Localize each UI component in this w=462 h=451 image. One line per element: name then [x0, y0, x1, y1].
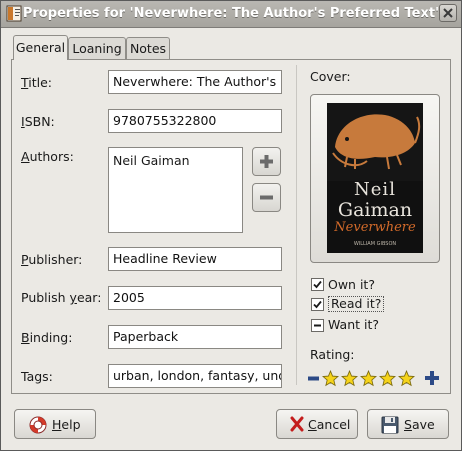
publisher-field[interactable]: Headline Review	[108, 247, 282, 271]
isbn-field[interactable]: 9780755322800	[108, 109, 282, 133]
own-label: Own it?	[328, 277, 375, 292]
rating-decrease-icon[interactable]	[308, 375, 319, 382]
publisher-label: Publisher:	[21, 252, 83, 267]
remove-author-button[interactable]	[252, 183, 281, 212]
tab-notes-label: Notes	[129, 41, 167, 56]
plus-icon	[260, 155, 273, 168]
help-button[interactable]: Help	[14, 409, 96, 439]
star-icon[interactable]	[398, 370, 415, 387]
rat-illustration	[327, 103, 423, 181]
add-author-button[interactable]	[252, 147, 281, 176]
red-x-icon	[290, 416, 304, 432]
star-icon[interactable]	[360, 370, 377, 387]
indeterminate-icon	[314, 324, 321, 327]
tags-field[interactable]: urban, london, fantasy, underground	[108, 364, 282, 388]
save-button-label: Save	[404, 417, 435, 432]
cover-intro-text: WILLIAM GIBSON	[353, 241, 397, 247]
window-title: Properties for 'Neverwhere: The Author's…	[22, 6, 440, 21]
title-label: Title:	[21, 75, 53, 90]
binding-label: Binding:	[21, 330, 73, 345]
tab-loaning[interactable]: Loaning	[68, 37, 126, 59]
column-divider	[296, 65, 297, 385]
authors-label: Authors:	[21, 149, 74, 164]
cover-button[interactable]: Neil Gaiman Neverwhere WILLIAM GIBSON	[310, 94, 440, 263]
cancel-button[interactable]: Cancel	[276, 409, 358, 439]
star-icon[interactable]	[322, 370, 339, 387]
checkmark-icon	[313, 280, 322, 289]
cancel-button-label: Cancel	[308, 417, 351, 432]
want-checkbox[interactable]	[311, 319, 324, 332]
cover-image: Neil Gaiman Neverwhere WILLIAM GIBSON	[327, 103, 423, 253]
tab-general[interactable]: General	[13, 35, 68, 60]
own-checkbox[interactable]	[311, 278, 324, 291]
tab-notes[interactable]: Notes	[126, 37, 170, 59]
star-icon[interactable]	[341, 370, 358, 387]
star-icon[interactable]	[379, 370, 396, 387]
tab-general-label: General	[15, 40, 66, 55]
authors-list[interactable]: Neil Gaiman	[108, 147, 243, 233]
close-icon	[443, 8, 453, 18]
tab-loaning-label: Loaning	[72, 41, 122, 56]
save-button[interactable]: Save	[367, 409, 449, 439]
floppy-disk-icon	[381, 416, 399, 434]
cover-book-title: Neverwhere	[334, 220, 416, 235]
properties-dialog: Properties for 'Neverwhere: The Author's…	[0, 0, 462, 451]
want-label: Want it?	[328, 317, 380, 332]
publish-year-label: Publish year:	[21, 290, 102, 305]
cover-author-last: Gaiman	[337, 199, 413, 221]
list-item[interactable]: Neil Gaiman	[113, 153, 238, 168]
binding-field[interactable]: Paperback	[108, 325, 282, 349]
publish-year-field[interactable]: 2005	[108, 286, 282, 310]
checkmark-icon	[313, 300, 322, 309]
read-checkbox[interactable]	[311, 298, 324, 311]
minus-icon	[260, 195, 273, 200]
rating-increase-icon[interactable]	[425, 371, 439, 385]
cover-author-first: Neil	[354, 179, 396, 200]
cover-label: Cover:	[310, 69, 351, 84]
lifebuoy-icon	[29, 416, 47, 434]
help-button-label: Help	[52, 417, 81, 432]
rating-label: Rating:	[310, 347, 355, 362]
title-field[interactable]: Neverwhere: The Author's Preferred Text	[108, 70, 282, 94]
read-label: Read it?	[328, 296, 385, 312]
tags-label: Tags:	[21, 369, 53, 384]
isbn-label: ISBN:	[21, 114, 55, 129]
close-button[interactable]	[439, 4, 457, 22]
title-bar[interactable]: Properties for 'Neverwhere: The Author's…	[1, 1, 461, 28]
